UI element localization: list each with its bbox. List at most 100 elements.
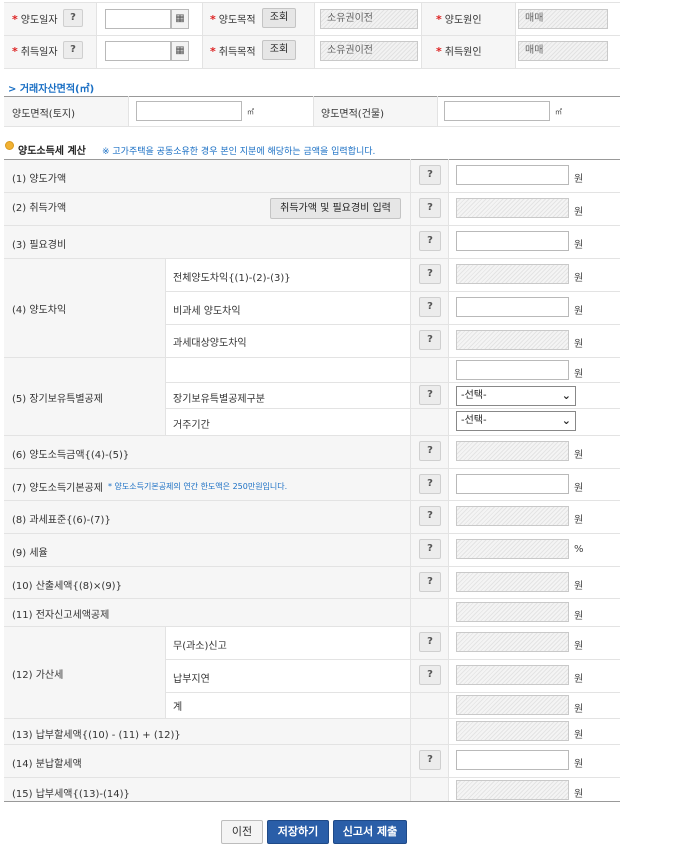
section-bullet-icon xyxy=(5,141,14,150)
help-button-r14[interactable]: ? xyxy=(419,750,441,770)
won-unit: 원 xyxy=(574,789,584,800)
basic-deduction-input[interactable] xyxy=(456,474,569,494)
row-gain-label: (4) 양도차익 xyxy=(12,305,67,316)
acquire-date-text: 취득일자 xyxy=(20,47,58,58)
help-button-r2[interactable]: ? xyxy=(419,198,441,218)
transfer-cause-label: * 양도원인 xyxy=(436,11,482,26)
total-gain-field xyxy=(456,264,569,284)
won-unit: 원 xyxy=(574,207,584,218)
acquire-purpose-lookup-button[interactable]: 조회 xyxy=(262,40,296,60)
acquire-price-expense-button[interactable]: 취득가액 및 필요경비 입력 xyxy=(270,198,401,219)
help-button-r4-taxable[interactable]: ? xyxy=(419,330,441,350)
won-unit: 원 xyxy=(574,674,584,685)
transfer-cause-value: 매매 xyxy=(518,9,608,29)
required-mark: * xyxy=(12,45,18,58)
payment-tax-field xyxy=(456,780,569,800)
row-tax-base-label: (8) 과세표준{(6)-(7)} xyxy=(12,515,111,526)
transfer-date-input[interactable] xyxy=(105,9,171,29)
building-area-label: 양도면적(건물) xyxy=(321,109,385,120)
won-unit: 원 xyxy=(574,581,584,592)
acquire-date-label: * 취득일자 xyxy=(12,43,58,58)
won-unit: 원 xyxy=(574,339,584,350)
save-button[interactable]: 저장하기 xyxy=(267,820,329,844)
e-filing-credit-field xyxy=(456,602,569,622)
deduction-type-select[interactable]: -선택- ⌄ xyxy=(456,386,576,406)
transfer-purpose-value: 소유권이전 xyxy=(320,9,418,29)
land-area-input[interactable] xyxy=(136,101,242,121)
expense-input[interactable] xyxy=(456,231,569,251)
tax-rate-field xyxy=(456,539,569,559)
row-deduction-type-label: 장기보유특별공제구분 xyxy=(173,394,265,405)
building-area-input[interactable] xyxy=(444,101,550,121)
submit-button[interactable]: 신고서 제출 xyxy=(333,820,407,844)
acquire-price-field xyxy=(456,198,569,218)
acquire-cause-text: 취득원인 xyxy=(444,47,482,58)
won-unit: 원 xyxy=(574,730,584,741)
tax-section-note: ※ 고가주택을 공동소유한 경우 본인 지분에 해당하는 금액을 입력합니다. xyxy=(102,147,376,157)
won-unit: 원 xyxy=(574,306,584,317)
installment-input[interactable] xyxy=(456,750,569,770)
won-unit: 원 xyxy=(574,450,584,461)
help-button-r12-late[interactable]: ? xyxy=(419,665,441,685)
calculated-tax-field xyxy=(456,572,569,592)
help-button-r10[interactable]: ? xyxy=(419,572,441,592)
residence-period-selected: -선택- xyxy=(461,415,487,426)
row-calculated-tax-label: (10) 산출세액{(8)×(9)} xyxy=(12,581,122,592)
longterm-deduction-input[interactable] xyxy=(456,360,569,380)
row-late-payment-label: 납부지연 xyxy=(173,674,210,685)
transfer-date-label: * 양도일자 xyxy=(12,11,58,26)
help-button-r5[interactable]: ? xyxy=(419,385,441,405)
calendar-icon[interactable]: ▦ xyxy=(171,41,189,61)
help-button-r12-underreport[interactable]: ? xyxy=(419,632,441,652)
residence-period-select[interactable]: -선택- ⌄ xyxy=(456,411,576,431)
nontaxable-gain-input[interactable] xyxy=(456,297,569,317)
transfer-price-input[interactable] xyxy=(456,165,569,185)
income-amount-field xyxy=(456,441,569,461)
percent-unit: % xyxy=(574,544,584,555)
help-button-r3[interactable]: ? xyxy=(419,231,441,251)
won-unit: 원 xyxy=(574,611,584,622)
row-total-gain-label: 전체양도차익{(1)-(2)-(3)} xyxy=(173,273,291,284)
row-taxable-gain-label: 과세대상양도차익 xyxy=(173,338,247,349)
row-penalty-total-label: 계 xyxy=(173,702,183,713)
help-button-r9[interactable]: ? xyxy=(419,539,441,559)
help-button-r4-nontaxable[interactable]: ? xyxy=(419,297,441,317)
building-area-unit: ㎡ xyxy=(555,108,562,116)
won-unit: 원 xyxy=(574,240,584,251)
won-unit: 원 xyxy=(574,704,584,715)
transfer-purpose-lookup-button[interactable]: 조회 xyxy=(262,8,296,28)
calendar-icon[interactable]: ▦ xyxy=(171,9,189,29)
row-nontaxable-gain-label: 비과세 양도차익 xyxy=(173,306,241,317)
chevron-down-icon: ⌄ xyxy=(561,414,571,427)
prev-button[interactable]: 이전 xyxy=(221,820,263,844)
row-residence-period-label: 거주기간 xyxy=(173,420,210,431)
required-mark: * xyxy=(210,13,216,26)
required-mark: * xyxy=(436,45,442,58)
won-unit: 원 xyxy=(574,369,584,380)
area-section-heading: > 거래자산면적(㎡) xyxy=(8,84,95,95)
transfer-purpose-label: * 양도목적 xyxy=(210,11,256,26)
transfer-date-help-button[interactable]: ? xyxy=(63,9,83,27)
help-button-r6[interactable]: ? xyxy=(419,441,441,461)
row-e-filing-credit-label: (11) 전자신고세액공제 xyxy=(12,610,110,621)
row-income-amount-label: (6) 양도소득금액{(4)-(5)} xyxy=(12,450,130,461)
help-button-r7[interactable]: ? xyxy=(419,474,441,494)
won-unit: 원 xyxy=(574,641,584,652)
won-unit: 원 xyxy=(574,483,584,494)
acquire-cause-label: * 취득원인 xyxy=(436,43,482,58)
acquire-date-help-button[interactable]: ? xyxy=(63,41,83,59)
land-area-unit: ㎡ xyxy=(247,108,254,116)
acquire-purpose-value: 소유권이전 xyxy=(320,41,418,61)
row-basic-deduction-note: * 양도소득기본공제의 연간 한도액은 250만원입니다. xyxy=(108,482,288,491)
chevron-down-icon: ⌄ xyxy=(561,389,571,402)
acquire-cause-value: 매매 xyxy=(518,41,608,61)
acquire-date-input[interactable] xyxy=(105,41,171,61)
help-button-r4-total[interactable]: ? xyxy=(419,264,441,284)
payable-tax-field xyxy=(456,721,569,741)
help-button-r8[interactable]: ? xyxy=(419,506,441,526)
won-unit: 원 xyxy=(574,273,584,284)
row-basic-deduction-label: (7) 양도소득기본공제 xyxy=(12,483,103,494)
help-button-r1[interactable]: ? xyxy=(419,165,441,185)
row-tax-rate-label: (9) 세율 xyxy=(12,548,48,559)
tax-section-heading: 양도소득세 계산 xyxy=(18,146,86,157)
